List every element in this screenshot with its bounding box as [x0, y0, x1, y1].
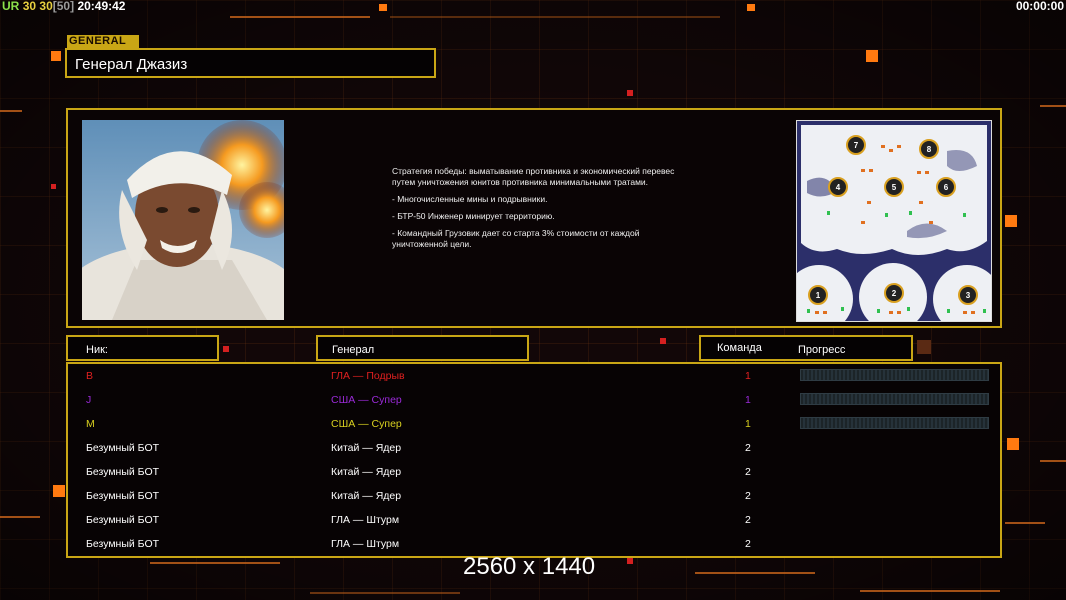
player-nick: J [86, 394, 92, 406]
status-prefix: UR [2, 0, 20, 13]
player-general: Китай — Ядер [331, 442, 402, 454]
general-info-panel: Стратегия победы: выматывание противника… [66, 108, 1002, 328]
general-description: Стратегия победы: выматывание противника… [392, 166, 692, 256]
player-row: J США — Супер 1 [68, 388, 1000, 412]
player-general: США — Супер [331, 394, 402, 406]
map-slot-label: 2 [892, 289, 897, 298]
players-list: B ГЛА — Подрыв 1 J США — Супер 1 M США —… [66, 362, 1002, 558]
map-slot-label: 3 [966, 291, 971, 300]
player-general: ГЛА — Штурм [331, 514, 400, 526]
map-slot-label: 5 [892, 183, 897, 192]
general-portrait [82, 120, 284, 320]
player-row: M США — Супер 1 [68, 412, 1000, 436]
team-progress-header-box: Команда Прогресс [699, 335, 913, 361]
team-header: Команда [717, 342, 762, 354]
status-value-2: 30 [39, 0, 53, 13]
general-title-box: Генерал Джазиз [65, 48, 436, 78]
player-row: Безумный БОТ Китай — Ядер 2 [68, 436, 1000, 460]
player-nick: Безумный БОТ [86, 466, 160, 478]
general-header: Генерал [332, 344, 375, 356]
nick-header: Ник: [86, 344, 108, 356]
player-team: 1 [745, 370, 751, 382]
player-general: ГЛА — Подрыв [331, 370, 405, 382]
player-nick: Безумный БОТ [86, 490, 160, 502]
status-bracket: [50] [52, 0, 75, 13]
map-slot-label: 4 [836, 183, 841, 192]
description-line: Стратегия победы: выматывание противника… [392, 166, 675, 187]
player-team: 2 [745, 442, 751, 454]
description-line: - БТР-50 Инженер минирует территорию. [392, 211, 555, 221]
player-progress-bar [800, 369, 989, 381]
player-nick: Безумный БОТ [86, 514, 160, 526]
status-value-1: 30 [22, 0, 37, 13]
player-team: 1 [745, 394, 751, 406]
clock: 20:49:42 [77, 0, 126, 13]
player-team: 2 [745, 514, 751, 526]
player-team: 2 [745, 538, 751, 550]
description-line: - Командный Грузовик дает со старта 3% с… [392, 228, 640, 249]
player-general: Китай — Ядер [331, 490, 402, 502]
progress-header: Прогресс [798, 344, 846, 356]
description-line: - Многочисленные мины и подрывники. [392, 194, 548, 204]
player-row: Безумный БОТ Китай — Ядер 2 [68, 460, 1000, 484]
map-slot-label: 1 [816, 291, 821, 300]
player-team: 1 [745, 418, 751, 430]
map-slot-label: 6 [944, 183, 949, 192]
player-row: B ГЛА — Подрыв 1 [68, 364, 1000, 388]
player-row: Безумный БОТ ГЛА — Штурм 2 [68, 508, 1000, 532]
player-nick: M [86, 418, 95, 430]
player-progress-bar [800, 417, 989, 429]
game-timer: 00:00:00 [1015, 0, 1064, 13]
map-slot-label: 7 [854, 141, 859, 150]
general-tag: GENERAL [67, 35, 139, 48]
player-nick: Безумный БОТ [86, 538, 160, 550]
map-slot-label: 8 [927, 145, 932, 154]
player-row: Безумный БОТ Китай — Ядер 2 [68, 484, 1000, 508]
status-bar: UR 30 30[50] 20:49:42 [2, 0, 125, 12]
player-nick: Безумный БОТ [86, 442, 160, 454]
nick-header-box: Ник: [66, 335, 219, 361]
resolution-watermark: 2560 x 1440 [463, 553, 596, 580]
player-progress-bar [800, 393, 989, 405]
map-preview: 7 8 4 5 6 1 2 3 [796, 120, 992, 322]
player-team: 2 [745, 466, 751, 478]
player-nick: B [86, 370, 94, 382]
player-general: США — Супер [331, 418, 402, 430]
general-header-box: Генерал [316, 335, 529, 361]
player-team: 2 [745, 490, 751, 502]
player-general: Китай — Ядер [331, 466, 402, 478]
player-general: ГЛА — Штурм [331, 538, 400, 550]
general-name: Генерал Джазиз [75, 56, 188, 73]
